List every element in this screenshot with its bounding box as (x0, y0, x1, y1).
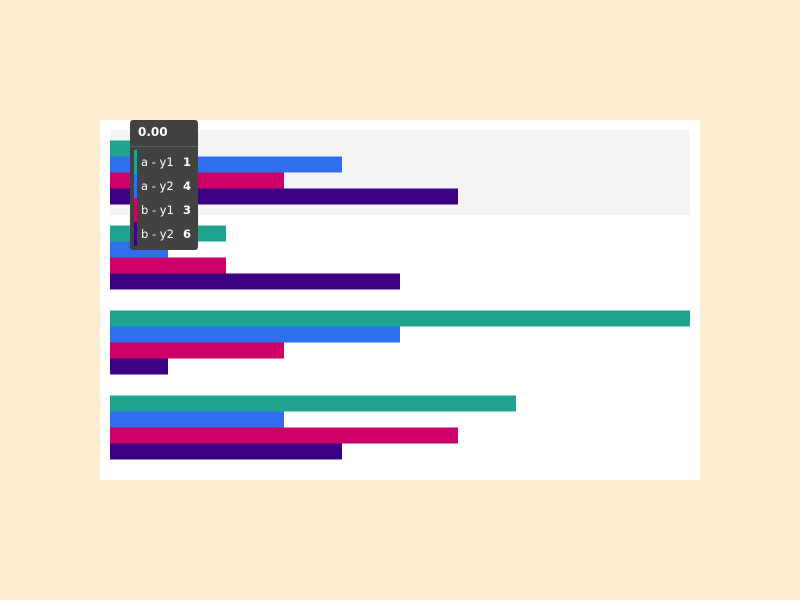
bar-b-y1-2[interactable] (110, 342, 284, 359)
tooltip-row: a - y1 1 (130, 150, 198, 174)
tooltip-row: b - y1 3 (130, 198, 198, 222)
chart-tooltip: 0.00 a - y1 1 a - y2 4 b - y1 3 b - y2 6 (130, 120, 198, 250)
tooltip-swatch (134, 222, 137, 246)
tooltip-swatch (134, 174, 137, 198)
bar-a-y2-2[interactable] (110, 326, 400, 343)
bar-b-y1-1[interactable] (110, 257, 226, 274)
tooltip-title: 0.00 (138, 125, 168, 139)
bar-b-y2-3[interactable] (110, 443, 342, 460)
tooltip-row: a - y2 4 (130, 174, 198, 198)
tooltip-swatch (134, 198, 137, 222)
tooltip-row-label: a - y1 (141, 155, 174, 169)
bar-b-y2-1[interactable] (110, 273, 400, 290)
tooltip-row: b - y2 6 (130, 222, 198, 246)
bar-a-y2-3[interactable] (110, 411, 284, 428)
tooltip-row-value: 4 (182, 179, 191, 193)
tooltip-swatch (134, 150, 137, 174)
bar-b-y2-2[interactable] (110, 358, 168, 375)
tooltip-row-label: b - y2 (141, 227, 174, 241)
tooltip-divider (130, 146, 198, 147)
tooltip-row-value: 1 (182, 155, 191, 169)
bar-a-y1-3[interactable] (110, 395, 516, 412)
tooltip-row-label: b - y1 (141, 203, 174, 217)
bar-b-y1-3[interactable] (110, 427, 458, 444)
tooltip-row-value: 3 (182, 203, 191, 217)
tooltip-row-value: 6 (182, 227, 191, 241)
bar-a-y1-2[interactable] (110, 310, 690, 327)
tooltip-row-label: a - y2 (141, 179, 174, 193)
